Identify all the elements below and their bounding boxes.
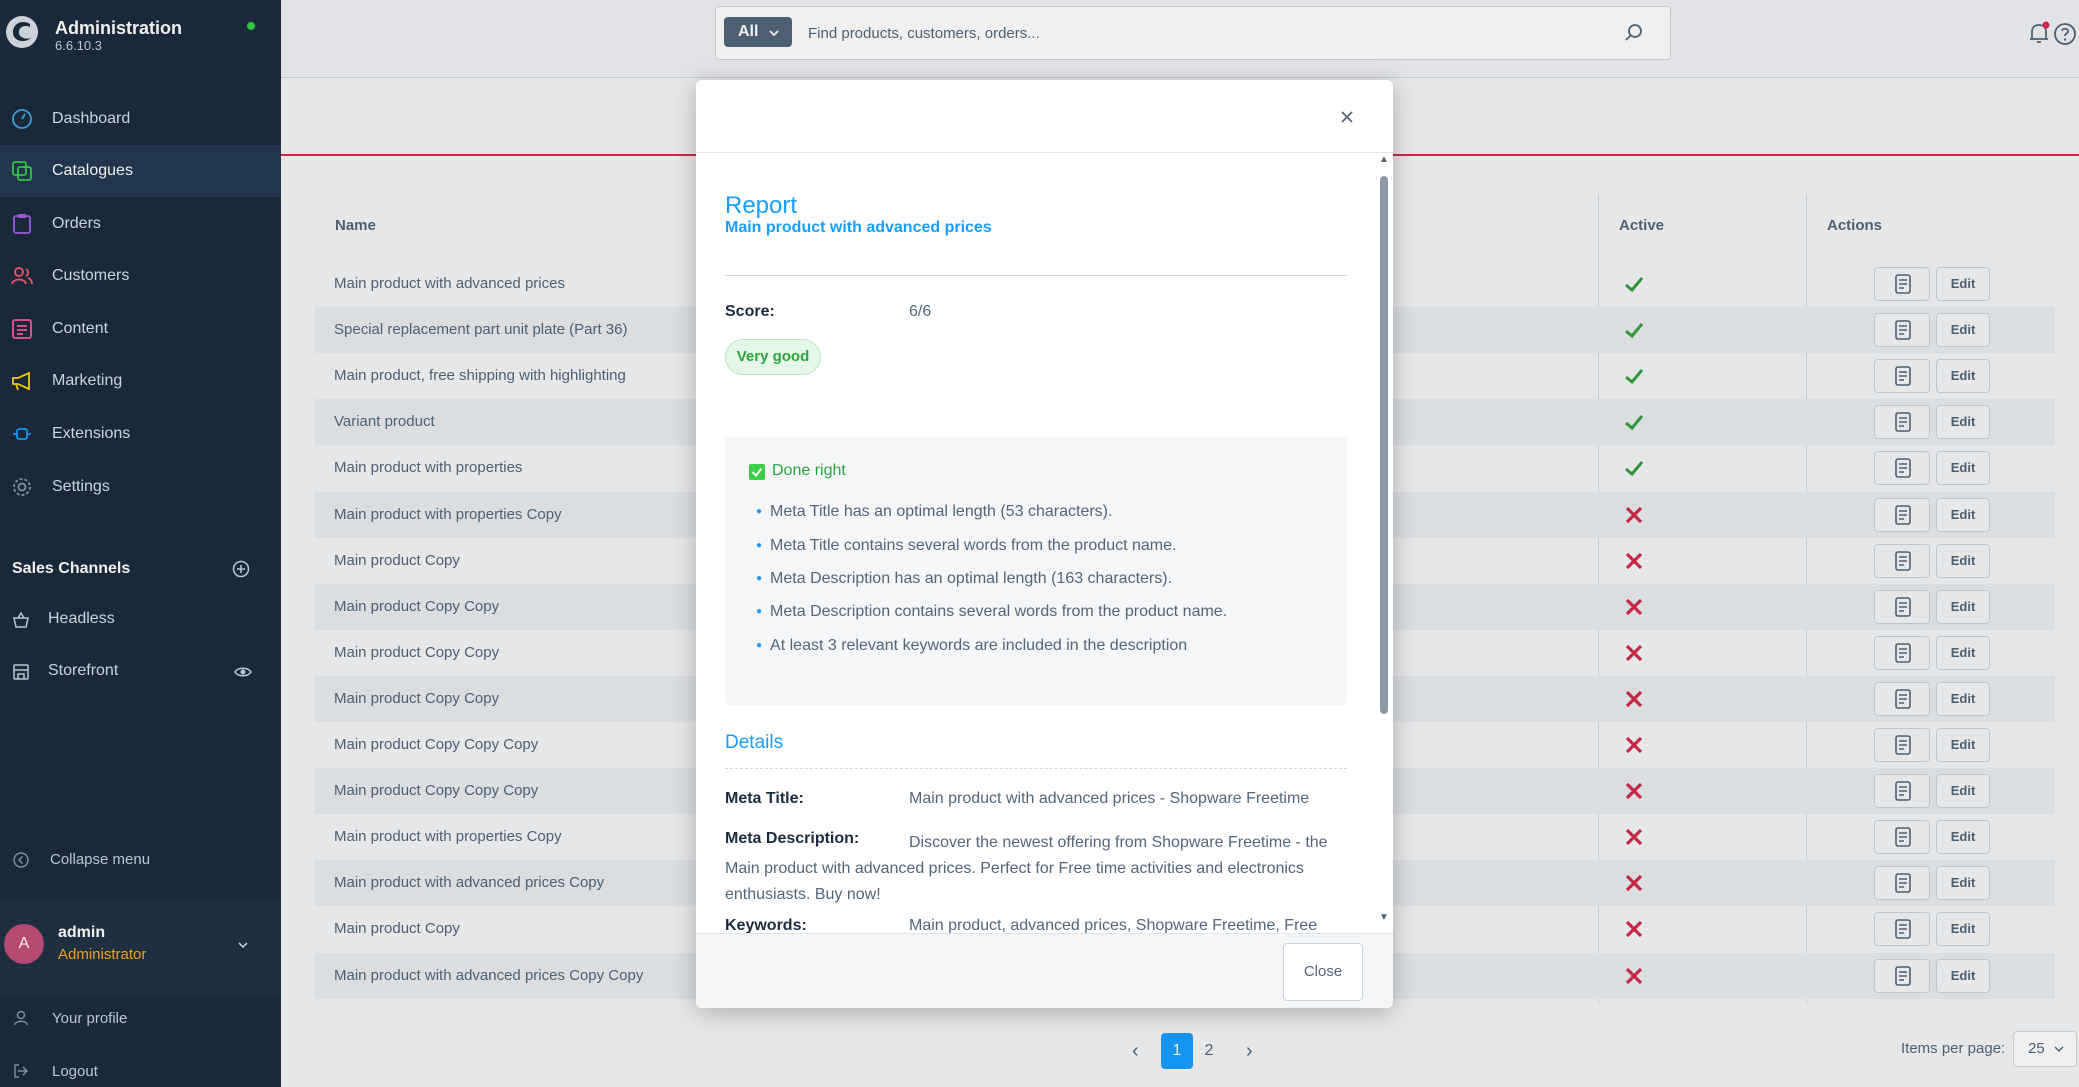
close-button[interactable]: Close <box>1283 943 1363 1001</box>
done-item: Meta Description has an optimal length (… <box>756 570 1172 588</box>
keywords-label: Keywords: <box>725 917 807 933</box>
checkbox-checked-icon <box>749 464 765 480</box>
done-right-title: Done right <box>772 462 846 479</box>
scroll-up-arrow-icon[interactable]: ▲ <box>1379 154 1389 165</box>
score-label: Score: <box>725 303 775 320</box>
done-right-panel: Done right Meta Title has an optimal len… <box>725 437 1347 705</box>
done-item: Meta Description contains several words … <box>756 603 1227 621</box>
meta-title-label: Meta Title: <box>725 790 804 807</box>
score-value: 6/6 <box>909 303 932 320</box>
seo-report-modal: Report Main product with advanced prices… <box>696 80 1393 1008</box>
done-item: At least 3 relevant keywords are include… <box>756 637 1187 655</box>
keywords-row: Keywords: Main product, advanced prices,… <box>725 913 1347 933</box>
details-divider <box>725 768 1347 769</box>
report-subtitle: Main product with advanced prices <box>725 219 992 236</box>
score-badge: Very good <box>725 339 821 375</box>
modal-body: Report Main product with advanced prices… <box>696 80 1376 933</box>
report-divider <box>725 275 1347 276</box>
details-title: Details <box>725 732 784 753</box>
modal-scrollbar-thumb[interactable] <box>1380 176 1388 714</box>
report-title: Report <box>725 192 798 219</box>
done-item: Meta Title has an optimal length (53 cha… <box>756 503 1112 521</box>
scroll-down-arrow-icon[interactable]: ▼ <box>1379 912 1389 923</box>
meta-title-value: Main product with advanced prices - Shop… <box>909 790 1310 807</box>
modal-footer: Close <box>696 933 1393 1008</box>
keywords-value: Main product, advanced prices, Shopware … <box>909 917 1318 933</box>
meta-description-value: Discover the newest offering from Shopwa… <box>725 834 1328 903</box>
done-item: Meta Title contains several words from t… <box>756 537 1176 555</box>
